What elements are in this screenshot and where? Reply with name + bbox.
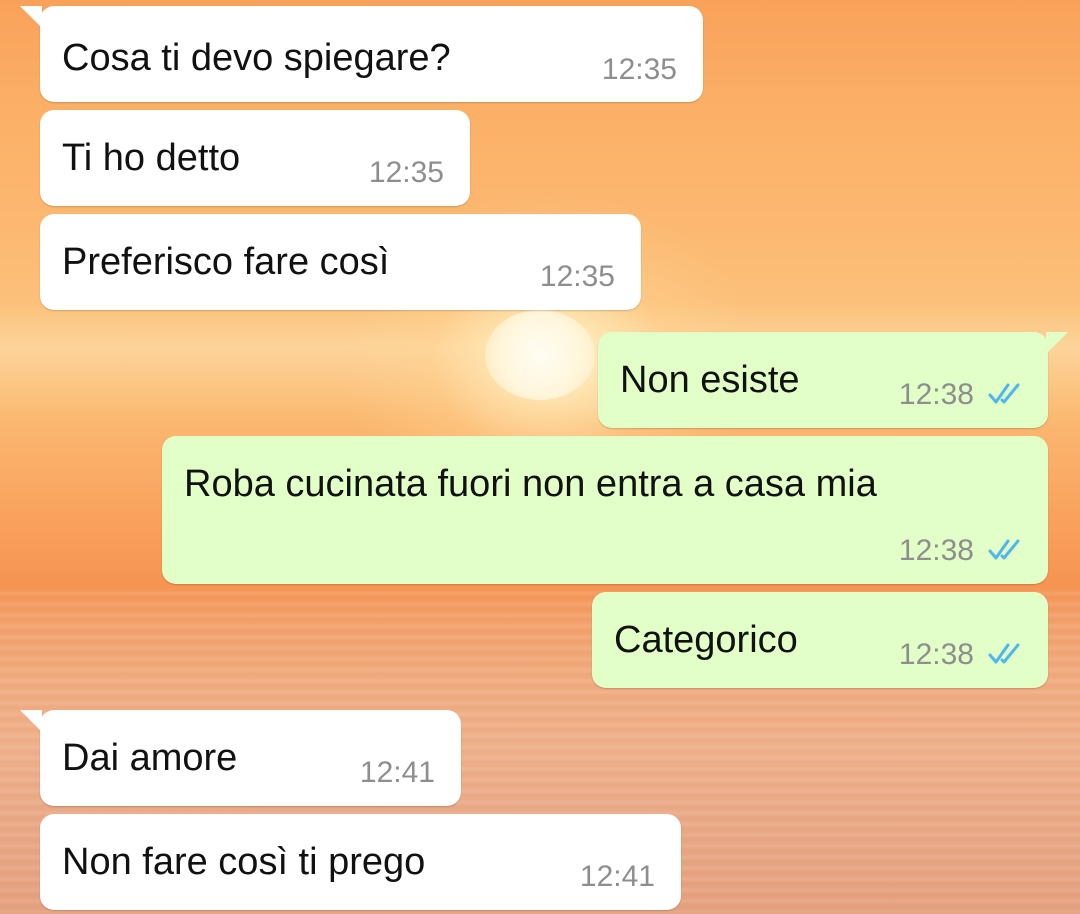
message-text: Dai amore [62, 737, 238, 779]
chat-message-list[interactable]: Cosa ti devo spiegare? 12:35 Ti ho detto… [0, 0, 1080, 914]
incoming-message-bubble[interactable]: Ti ho detto 12:35 [40, 110, 470, 206]
outgoing-message-bubble[interactable]: Categorico 12:38 [592, 592, 1048, 688]
message-text: Non esiste [620, 359, 800, 401]
double-check-icon [988, 539, 1020, 560]
message-timestamp: 12:38 [898, 638, 974, 671]
double-check-icon [988, 383, 1020, 404]
message-timestamp: 12:35 [539, 260, 615, 293]
incoming-message-bubble[interactable]: Non fare così ti prego 12:41 [40, 814, 681, 910]
message-text: Non fare così ti prego [62, 841, 426, 883]
message-text: Categorico [614, 619, 798, 661]
double-check-icon [988, 643, 1020, 664]
message-text: Ti ho detto [62, 137, 241, 179]
message-text: Roba cucinata fuori non entra a casa mia [184, 463, 877, 505]
outgoing-message-bubble[interactable]: Roba cucinata fuori non entra a casa mia… [162, 436, 1048, 584]
message-timestamp: 12:38 [898, 534, 974, 567]
outgoing-message-bubble[interactable]: Non esiste 12:38 [598, 332, 1068, 428]
message-timestamp: 12:35 [368, 156, 444, 189]
message-timestamp: 12:41 [359, 756, 435, 789]
incoming-message-bubble[interactable]: Preferisco fare così 12:35 [40, 214, 641, 310]
message-timestamp: 12:41 [579, 860, 655, 893]
message-text: Cosa ti devo spiegare? [62, 37, 451, 79]
message-timestamp: 12:38 [898, 378, 974, 411]
message-timestamp: 12:35 [601, 53, 677, 86]
message-text: Preferisco fare così [62, 241, 390, 283]
incoming-message-bubble[interactable]: Cosa ti devo spiegare? 12:35 [20, 6, 703, 102]
incoming-message-bubble[interactable]: Dai amore 12:41 [20, 710, 461, 806]
